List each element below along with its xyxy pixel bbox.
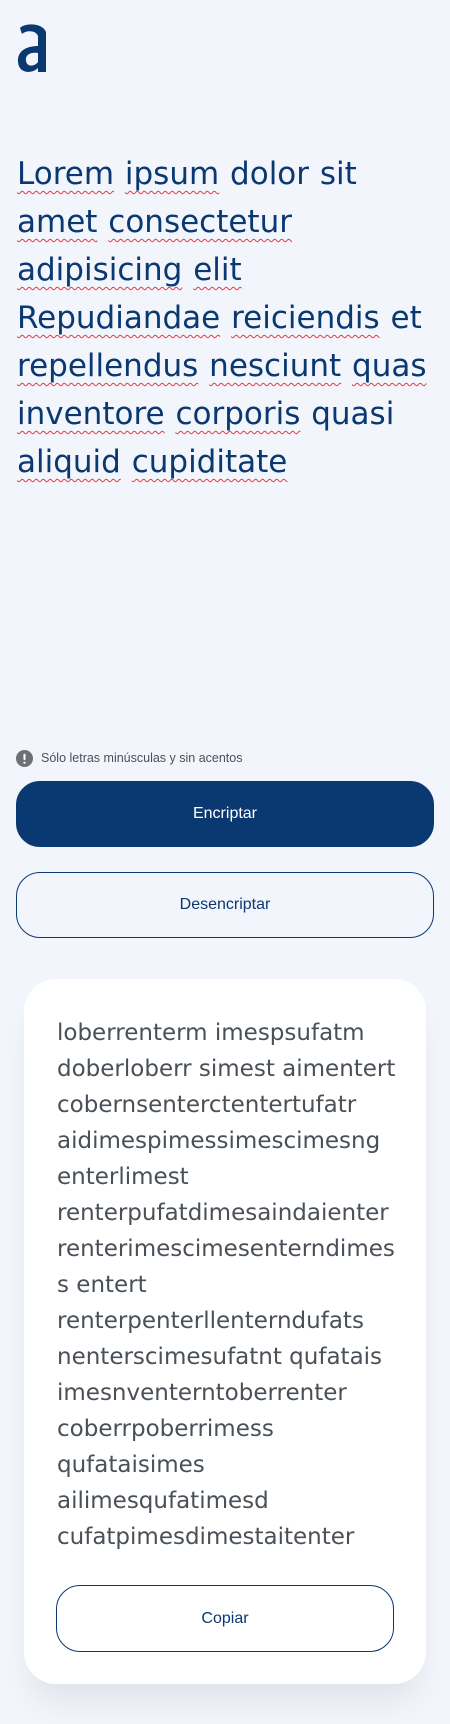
input-word: amet bbox=[17, 204, 98, 240]
output-line: qufataisimes bbox=[57, 1452, 205, 1478]
encrypt-button-label: Encriptar bbox=[192, 805, 258, 822]
input-word: cupiditate bbox=[131, 444, 288, 480]
input-word: quas bbox=[352, 348, 427, 384]
input-word: corporis bbox=[175, 396, 301, 432]
output-line: renterpenterllenterndufats bbox=[57, 1308, 364, 1334]
output-line: enterlimest bbox=[57, 1164, 189, 1190]
output-line: renterpufatdimesaindaienter bbox=[57, 1200, 389, 1226]
input-word: ipsum bbox=[124, 156, 220, 192]
output-line: ailimesqufatimesd bbox=[57, 1488, 269, 1514]
output-card: loberrenterm imespsufatm doberloberr sime… bbox=[24, 979, 426, 1684]
encrypt-button[interactable]: Encriptar bbox=[16, 781, 434, 847]
message-input[interactable]: Lorem ipsum dolor sit amet consectetur a… bbox=[17, 150, 437, 486]
output-line: renterimescimesenterndimes bbox=[57, 1236, 395, 1262]
copy-button[interactable]: Copiar bbox=[56, 1585, 394, 1652]
input-word: quasi bbox=[311, 396, 395, 432]
decrypt-button-label: Desencriptar bbox=[179, 896, 271, 913]
output-line: cobernsenterctentertufatr bbox=[57, 1092, 357, 1118]
input-word: reiciendis bbox=[231, 300, 380, 336]
output-line: aidimespimessimescimesng bbox=[57, 1128, 381, 1154]
hint-text: Sólo letras minúsculas y sin acentos bbox=[41, 751, 243, 765]
input-word: inventore bbox=[17, 396, 165, 432]
output-line: imesnventerntoberrenter bbox=[57, 1380, 347, 1406]
input-word: nesciunt bbox=[209, 348, 342, 384]
alura-logo-icon bbox=[17, 24, 46, 73]
input-word: et bbox=[390, 300, 422, 336]
input-word: adipisicing bbox=[17, 252, 183, 288]
input-word: elit bbox=[193, 252, 242, 288]
exclamation-circle-icon bbox=[16, 749, 33, 767]
input-word: Lorem bbox=[17, 156, 115, 192]
input-word: consectetur bbox=[108, 204, 292, 240]
output-text: loberrenterm imespsufatm doberloberr sime… bbox=[57, 1015, 402, 1555]
input-word: Repudiandae bbox=[17, 300, 221, 336]
output-line: loberrenterm imespsufatm bbox=[57, 1020, 365, 1046]
input-word: repellendus bbox=[17, 348, 199, 384]
copy-button-label: Copiar bbox=[201, 1609, 249, 1627]
input-word: dolor bbox=[230, 156, 310, 192]
output-line: cufatpimesdimestaitenter bbox=[57, 1524, 355, 1550]
input-word: sit bbox=[319, 156, 357, 192]
output-line: doberloberr simest aimentert bbox=[57, 1056, 396, 1082]
output-line: nenterscimesufatnt qufatais bbox=[57, 1344, 383, 1370]
output-line: s entert bbox=[57, 1272, 147, 1298]
input-word: aliquid bbox=[17, 444, 121, 480]
output-line: coberrpoberrimess bbox=[57, 1416, 274, 1442]
input-hint: Sólo letras minúsculas y sin acentos bbox=[16, 749, 242, 767]
decrypt-button[interactable]: Desencriptar bbox=[16, 872, 434, 938]
